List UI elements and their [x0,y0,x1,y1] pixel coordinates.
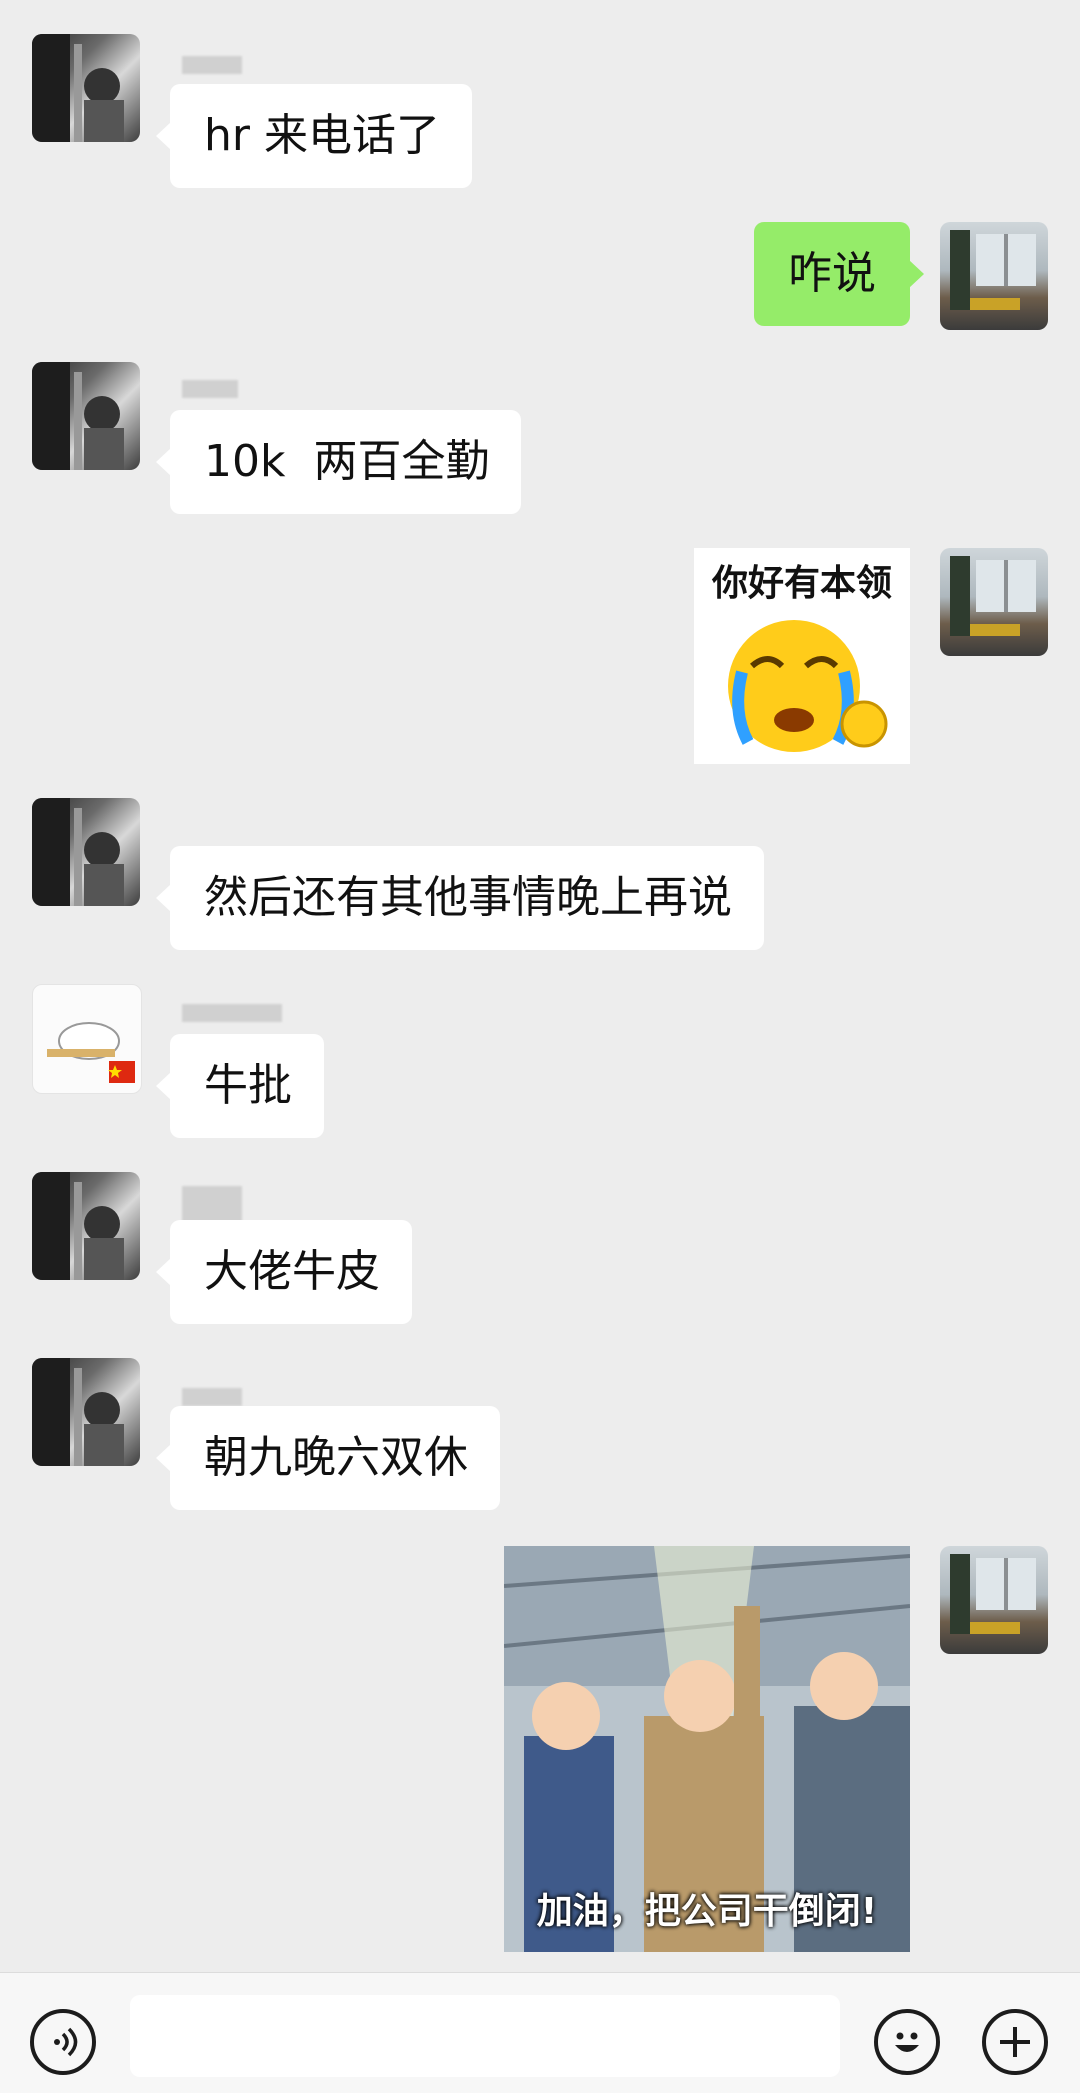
emoji-icon [895,2032,919,2052]
avatar[interactable] [940,222,1048,330]
message-text: 10k 两百全勤 [204,436,490,487]
message-text: 大佬牛皮 [204,1246,380,1297]
sticker-crying[interactable]: 你好有本领 [694,548,910,764]
avatar[interactable] [32,362,140,470]
message-bubble[interactable]: 咋说 [754,222,924,326]
message-text: 然后还有其他事情晚上再说 [204,872,732,923]
avatar[interactable] [32,984,142,1094]
message-bubble[interactable]: hr 来电话了 [156,84,472,188]
message-text: 咋说 [788,248,876,299]
avatar[interactable] [32,1172,140,1280]
avatar[interactable] [32,34,140,142]
input-toolbar [0,1972,1080,2093]
plus-button[interactable] [982,2009,1048,2075]
sender-name [182,56,242,74]
sender-name [182,1004,282,1022]
message-bubble[interactable]: 10k 两百全勤 [155,410,522,514]
message-bubble[interactable]: 朝九晚六双休 [156,1406,500,1510]
message-text: 牛批 [204,1060,292,1111]
sender-name [182,380,238,398]
message-bubble[interactable]: 然后还有其他事情晚上再说 [156,846,764,950]
sender-name [182,1388,242,1406]
message-text: hr 来电话了 [204,110,440,161]
avatar[interactable] [940,548,1048,656]
message-text: 朝九晚六双休 [204,1432,468,1483]
plus-icon [1000,2027,1030,2057]
sender-name [182,1186,242,1222]
avatar[interactable] [940,1546,1048,1654]
voice-icon [54,2027,78,2057]
message-bubble[interactable]: 大佬牛皮 [156,1220,412,1324]
message-bubble[interactable]: 牛批 [156,1034,324,1138]
meme-caption: 加油，把公司干倒闭! [536,1891,878,1932]
meme-image[interactable]: 加油，把公司干倒闭! [504,1546,910,1952]
avatar[interactable] [32,798,140,906]
voice-button[interactable] [30,2009,96,2075]
avatar[interactable] [32,1358,140,1466]
sticker-caption: 你好有本领 [711,563,892,604]
emoji-button[interactable] [874,2009,940,2075]
message-input[interactable] [130,1995,840,2077]
